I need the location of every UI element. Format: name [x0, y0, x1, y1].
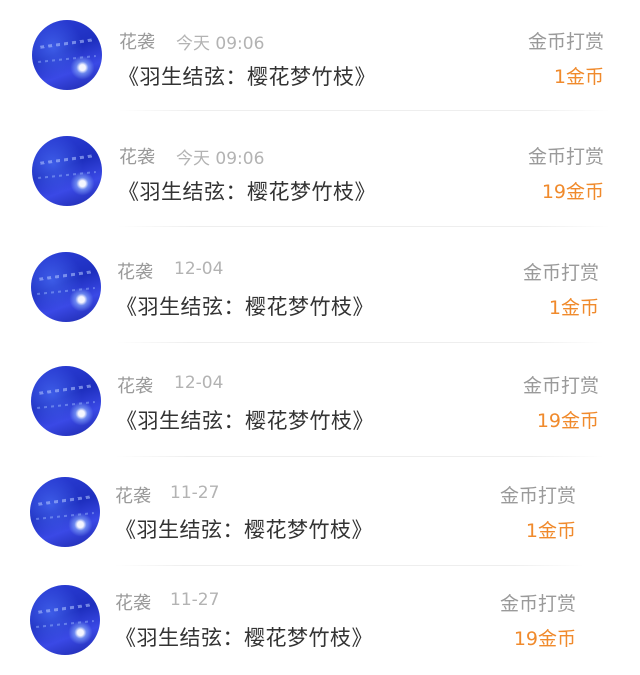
article-title[interactable]: 《羽生结弦：樱花梦竹枝》	[116, 291, 374, 321]
list-item[interactable]: 花袭 今天 09:06 《羽生结弦：樱花梦竹枝》 金币打赏 1金币	[0, 0, 640, 111]
user-name: 花袭	[119, 32, 155, 53]
article-title[interactable]: 《羽生结弦：樱花梦竹枝》	[115, 622, 373, 652]
article-title[interactable]: 《羽生结弦：樱花梦竹枝》	[116, 405, 374, 435]
avatar[interactable]	[31, 366, 101, 436]
reward-amount: 1金币	[548, 297, 599, 319]
avatar[interactable]	[30, 585, 100, 655]
article-title[interactable]: 《羽生结弦：樱花梦竹枝》	[118, 176, 376, 206]
reward-amount: 1金币	[553, 66, 604, 88]
list-item[interactable]: 花袭 11-27 《羽生结弦：樱花梦竹枝》 金币打赏 1金币	[0, 457, 640, 567]
reward-amount: 19金币	[513, 628, 576, 650]
divider	[118, 110, 610, 111]
article-title[interactable]: 《羽生结弦：樱花梦竹枝》	[118, 61, 376, 91]
reward-type: 金币打赏	[527, 31, 604, 53]
reward-type: 金币打赏	[499, 485, 576, 507]
timestamp: 今天 09:06	[176, 34, 265, 54]
divider	[116, 342, 604, 343]
list-item[interactable]: 花袭 今天 09:06 《羽生结弦：樱花梦竹枝》 金币打赏 19金币	[0, 116, 640, 227]
reward-amount: 1金币	[525, 520, 576, 542]
timestamp: 12-04	[174, 373, 224, 393]
user-name: 花袭	[115, 593, 151, 614]
user-name: 花袭	[117, 262, 153, 283]
reward-amount: 19金币	[541, 181, 604, 203]
reward-record-list: 花袭 今天 09:06 《羽生结弦：樱花梦竹枝》 金币打赏 1金币 花袭 今天 …	[0, 0, 640, 671]
avatar[interactable]	[32, 136, 102, 206]
reward-type: 金币打赏	[522, 375, 599, 397]
user-name: 花袭	[117, 376, 153, 397]
avatar[interactable]	[32, 20, 102, 90]
timestamp: 11-27	[170, 483, 220, 503]
article-title[interactable]: 《羽生结弦：樱花梦竹枝》	[115, 514, 373, 544]
avatar[interactable]	[31, 252, 101, 322]
list-item[interactable]: 花袭 11-27 《羽生结弦：樱花梦竹枝》 金币打赏 19金币	[0, 565, 640, 675]
list-item[interactable]: 花袭 12-04 《羽生结弦：樱花梦竹枝》 金币打赏 19金币	[0, 346, 640, 457]
reward-type: 金币打赏	[522, 262, 599, 284]
timestamp: 今天 09:06	[176, 149, 265, 169]
divider	[118, 226, 610, 227]
reward-type: 金币打赏	[499, 593, 576, 615]
list-item[interactable]: 花袭 12-04 《羽生结弦：樱花梦竹枝》 金币打赏 1金币	[0, 232, 640, 343]
user-name: 花袭	[119, 147, 155, 168]
avatar[interactable]	[30, 477, 100, 547]
user-name: 花袭	[115, 486, 151, 507]
timestamp: 12-04	[174, 259, 224, 279]
timestamp: 11-27	[170, 590, 220, 610]
reward-type: 金币打赏	[527, 146, 604, 168]
reward-amount: 19金币	[536, 410, 599, 432]
